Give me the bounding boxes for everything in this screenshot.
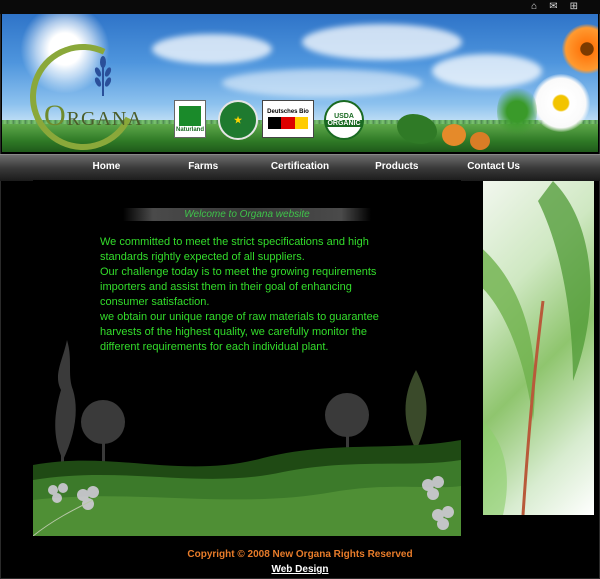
intro-paragraph: Our challenge today is to meet the growi… [100, 266, 377, 308]
landscape-illustration [33, 340, 461, 536]
cloud-graphic [432, 54, 542, 88]
eu-organic-badge: ★ [218, 100, 258, 140]
nav-farms[interactable]: Farms [155, 156, 252, 178]
vegetable-graphic [442, 124, 466, 146]
mail-icon[interactable]: ✉ [549, 1, 557, 13]
nav-home[interactable]: Home [58, 156, 155, 178]
web-design-link[interactable]: Web Design [0, 564, 600, 575]
flag-icon [268, 117, 308, 129]
herb-graphic [497, 84, 537, 139]
organa-logo[interactable]: ORGANA [44, 99, 143, 133]
wheat-icon [94, 56, 112, 96]
daisy-graphic [532, 74, 590, 132]
top-utility-bar: ⌂ ✉ ⊞ [0, 0, 600, 14]
copyright-text: Copyright © 2008 New Organa Rights Reser… [187, 549, 413, 560]
main-content: Welcome to Organa website We committed t… [33, 180, 461, 536]
leaf-photo-graphic [483, 181, 591, 515]
naturland-badge: Naturland [174, 100, 206, 138]
cloud-graphic [302, 24, 462, 60]
nav-products[interactable]: Products [348, 156, 445, 178]
nav-contact-us[interactable]: Contact Us [445, 156, 542, 178]
usda-organic-badge: USDA ORGANIC [324, 100, 364, 140]
cloud-graphic [222, 69, 422, 97]
main-nav: Home Farms Certification Products Contac… [58, 156, 542, 178]
plant-photo [483, 181, 594, 515]
header-banner: ORGANA Naturland ★ Deutsches Bio USDA OR… [2, 14, 598, 152]
intro-paragraph: We committed to meet the strict specific… [100, 236, 369, 263]
cloud-graphic [152, 34, 272, 64]
home-icon[interactable]: ⌂ [531, 1, 537, 13]
german-bio-badge: Deutsches Bio [262, 100, 314, 138]
sitemap-icon[interactable]: ⊞ [570, 1, 578, 13]
leaf-icon [179, 105, 201, 126]
welcome-heading: Welcome to Organa website [123, 208, 371, 221]
nav-certification[interactable]: Certification [252, 156, 349, 178]
top-icon-group: ⌂ ✉ ⊞ [531, 1, 578, 13]
vegetable-graphic [470, 132, 490, 150]
orange-flower-graphic [562, 24, 598, 74]
intro-text: We committed to meet the strict specific… [100, 235, 400, 355]
